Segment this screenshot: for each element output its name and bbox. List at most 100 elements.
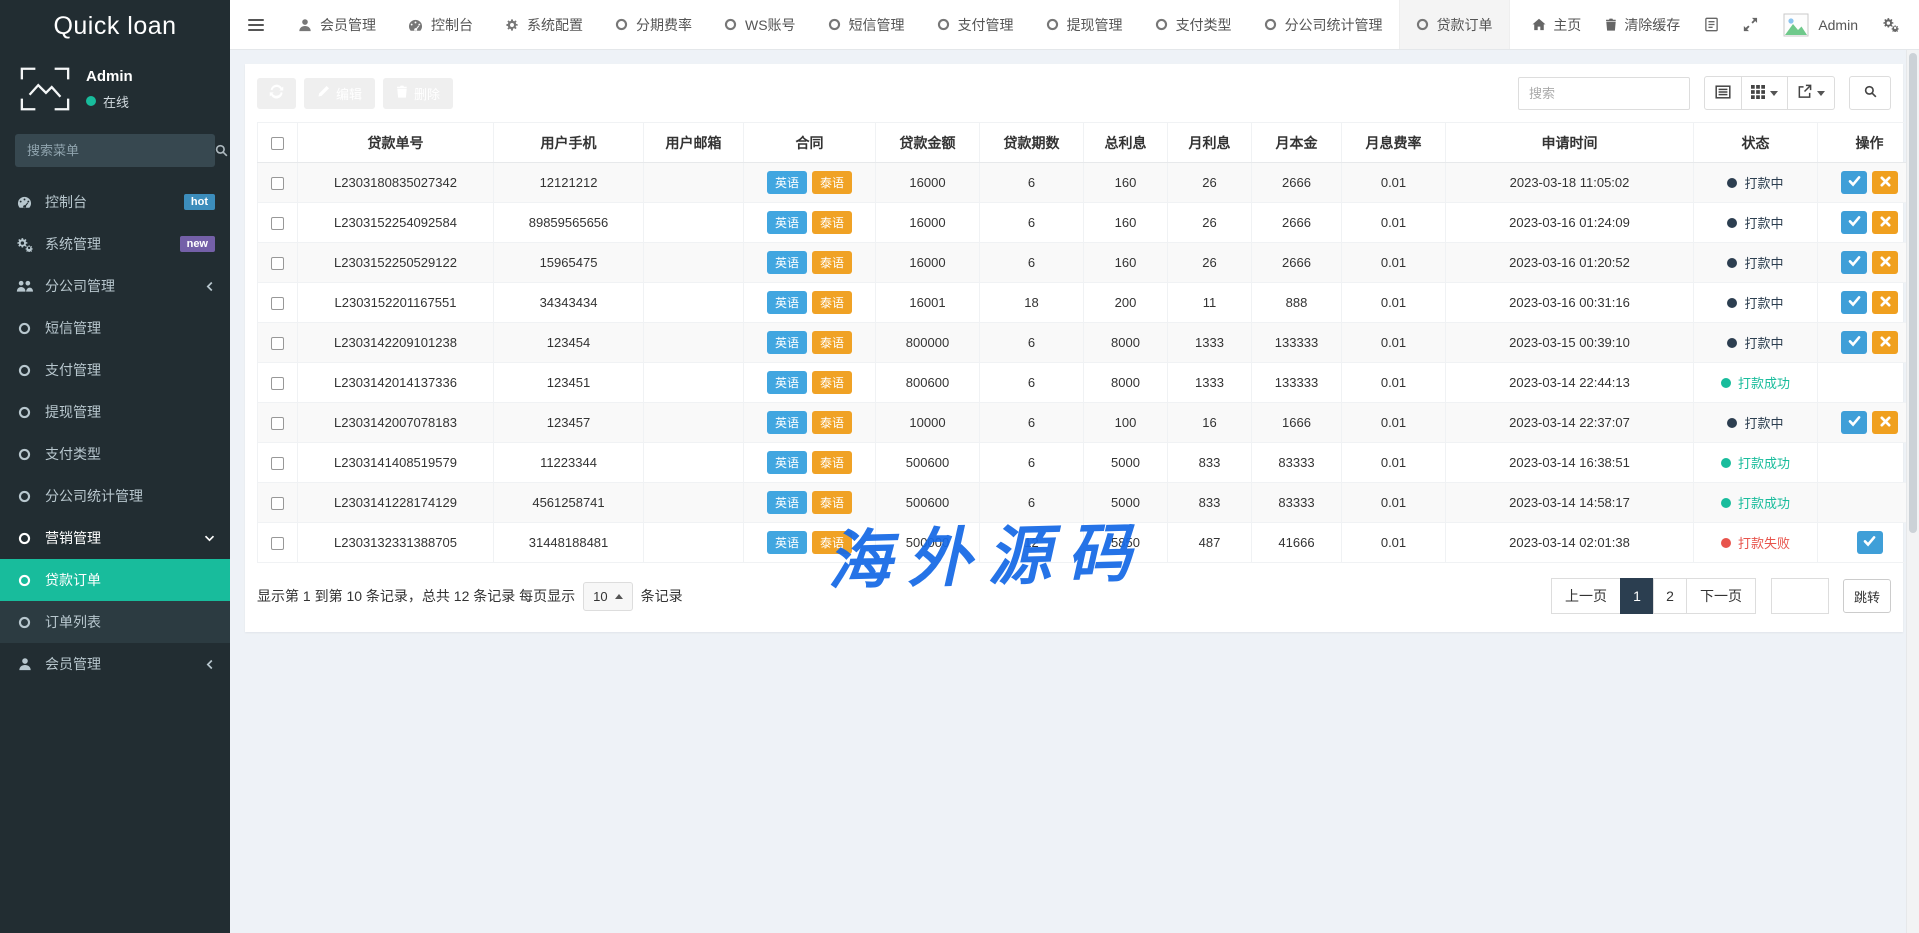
column-header: 贷款单号 — [298, 123, 494, 163]
sidebar-item-console[interactable]: 控制台 hot — [0, 181, 230, 223]
approve-button[interactable] — [1841, 291, 1867, 314]
detail-view-button[interactable] — [1704, 76, 1742, 110]
contract-thai-badge[interactable]: 泰语 — [812, 451, 852, 474]
settings-gears-icon[interactable] — [1882, 17, 1899, 32]
prev-page-button[interactable]: 上一页 — [1551, 578, 1621, 614]
user-panel: Admin 在线 — [0, 52, 230, 124]
contract-english-badge[interactable]: 英语 — [767, 371, 807, 394]
contract-thai-badge[interactable]: 泰语 — [812, 491, 852, 514]
cell-total-interest: 5000 — [1084, 483, 1168, 523]
nav-tab-installment[interactable]: 分期费率 — [599, 0, 708, 49]
contract-english-badge[interactable]: 英语 — [767, 291, 807, 314]
page-button-1[interactable]: 1 — [1620, 578, 1654, 614]
sidebar-item-members[interactable]: 会员管理 — [0, 643, 230, 685]
reject-button[interactable] — [1872, 331, 1898, 354]
edit-button[interactable]: 编辑 — [304, 78, 375, 109]
page-jump-button[interactable]: 跳转 — [1843, 579, 1891, 613]
sidebar-item-label: 订单列表 — [45, 612, 101, 632]
vertical-scrollbar[interactable] — [1906, 50, 1919, 933]
page-size-select[interactable]: 10 — [583, 582, 632, 611]
contract-english-badge[interactable]: 英语 — [767, 411, 807, 434]
approve-button[interactable] — [1841, 251, 1867, 274]
contract-thai-badge[interactable]: 泰语 — [812, 291, 852, 314]
approve-button[interactable] — [1841, 211, 1867, 234]
nav-tab-branch-stats[interactable]: 分公司统计管理 — [1248, 0, 1399, 49]
row-checkbox[interactable] — [271, 377, 284, 390]
cell-status: 打款中 — [1694, 203, 1818, 243]
columns-button[interactable] — [1742, 76, 1788, 110]
cell-order-no: L2303142014137336 — [298, 363, 494, 403]
contract-thai-badge[interactable]: 泰语 — [812, 171, 852, 194]
nav-tab-members[interactable]: 会员管理 — [282, 0, 392, 49]
row-checkbox[interactable] — [271, 537, 284, 550]
contract-english-badge[interactable]: 英语 — [767, 251, 807, 274]
table-search-input[interactable] — [1518, 77, 1690, 110]
sidebar-toggle-button[interactable] — [230, 0, 282, 49]
nav-tab-sms[interactable]: 短信管理 — [812, 0, 921, 49]
row-checkbox[interactable] — [271, 337, 284, 350]
row-checkbox[interactable] — [271, 297, 284, 310]
sidebar-item-loan-orders[interactable]: 贷款订单 — [0, 559, 230, 601]
select-all-checkbox[interactable] — [271, 137, 284, 150]
contract-english-badge[interactable]: 英语 — [767, 491, 807, 514]
sidebar-item-order-list[interactable]: 订单列表 — [0, 601, 230, 643]
contract-english-badge[interactable]: 英语 — [767, 211, 807, 234]
sidebar-item-sms[interactable]: 短信管理 — [0, 307, 230, 349]
reject-button[interactable] — [1872, 411, 1898, 434]
row-checkbox[interactable] — [271, 497, 284, 510]
nav-tab-console[interactable]: 控制台 — [392, 0, 489, 49]
approve-button[interactable] — [1841, 411, 1867, 434]
nav-tab-payment-type[interactable]: 支付类型 — [1139, 0, 1248, 49]
nav-tab-withdraw[interactable]: 提现管理 — [1030, 0, 1139, 49]
contract-thai-badge[interactable]: 泰语 — [812, 411, 852, 434]
search-icon[interactable] — [215, 144, 228, 157]
row-checkbox[interactable] — [271, 257, 284, 270]
clear-cache-link[interactable]: 清除缓存 — [1605, 15, 1680, 35]
row-checkbox[interactable] — [271, 177, 284, 190]
reject-button[interactable] — [1872, 211, 1898, 234]
language-icon[interactable] — [1704, 17, 1719, 32]
sidebar-item-branch[interactable]: 分公司管理 — [0, 265, 230, 307]
contract-thai-badge[interactable]: 泰语 — [812, 331, 852, 354]
sidebar-item-payment[interactable]: 支付管理 — [0, 349, 230, 391]
reject-button[interactable] — [1872, 171, 1898, 194]
nav-tab-loan-orders[interactable]: 贷款订单 — [1399, 0, 1510, 49]
contract-english-badge[interactable]: 英语 — [767, 451, 807, 474]
sidebar-item-branch-stats[interactable]: 分公司统计管理 — [0, 475, 230, 517]
contract-thai-badge[interactable]: 泰语 — [812, 531, 852, 554]
sidebar-search-input[interactable] — [15, 143, 215, 158]
home-link[interactable]: 主页 — [1532, 15, 1581, 35]
scrollbar-thumb[interactable] — [1909, 53, 1917, 533]
next-page-button[interactable]: 下一页 — [1686, 578, 1756, 614]
row-checkbox[interactable] — [271, 457, 284, 470]
reject-button[interactable] — [1872, 291, 1898, 314]
page-jump-input[interactable] — [1771, 578, 1829, 614]
contract-english-badge[interactable]: 英语 — [767, 171, 807, 194]
contract-thai-badge[interactable]: 泰语 — [812, 371, 852, 394]
sidebar-item-withdraw[interactable]: 提现管理 — [0, 391, 230, 433]
export-button[interactable] — [1788, 76, 1835, 110]
approve-button[interactable] — [1857, 531, 1883, 554]
nav-tab-ws-account[interactable]: WS账号 — [708, 0, 812, 49]
row-checkbox[interactable] — [271, 417, 284, 430]
fullscreen-icon[interactable] — [1743, 17, 1758, 32]
sidebar-item-system[interactable]: 系统管理 new — [0, 223, 230, 265]
refresh-button[interactable] — [257, 78, 296, 109]
brand-title: Quick loan — [0, 0, 230, 52]
delete-button[interactable]: 删除 — [383, 78, 453, 109]
contract-thai-badge[interactable]: 泰语 — [812, 251, 852, 274]
sidebar-item-marketing[interactable]: 营销管理 — [0, 517, 230, 559]
contract-english-badge[interactable]: 英语 — [767, 331, 807, 354]
table-search-button[interactable] — [1849, 76, 1891, 110]
user-menu[interactable]: Admin — [1782, 12, 1858, 37]
contract-thai-badge[interactable]: 泰语 — [812, 211, 852, 234]
nav-tab-payment[interactable]: 支付管理 — [921, 0, 1030, 49]
contract-english-badge[interactable]: 英语 — [767, 531, 807, 554]
nav-tab-system-config[interactable]: 系统配置 — [489, 0, 599, 49]
sidebar-item-payment-type[interactable]: 支付类型 — [0, 433, 230, 475]
row-checkbox[interactable] — [271, 217, 284, 230]
page-button-2[interactable]: 2 — [1653, 578, 1687, 614]
approve-button[interactable] — [1841, 171, 1867, 194]
approve-button[interactable] — [1841, 331, 1867, 354]
reject-button[interactable] — [1872, 251, 1898, 274]
